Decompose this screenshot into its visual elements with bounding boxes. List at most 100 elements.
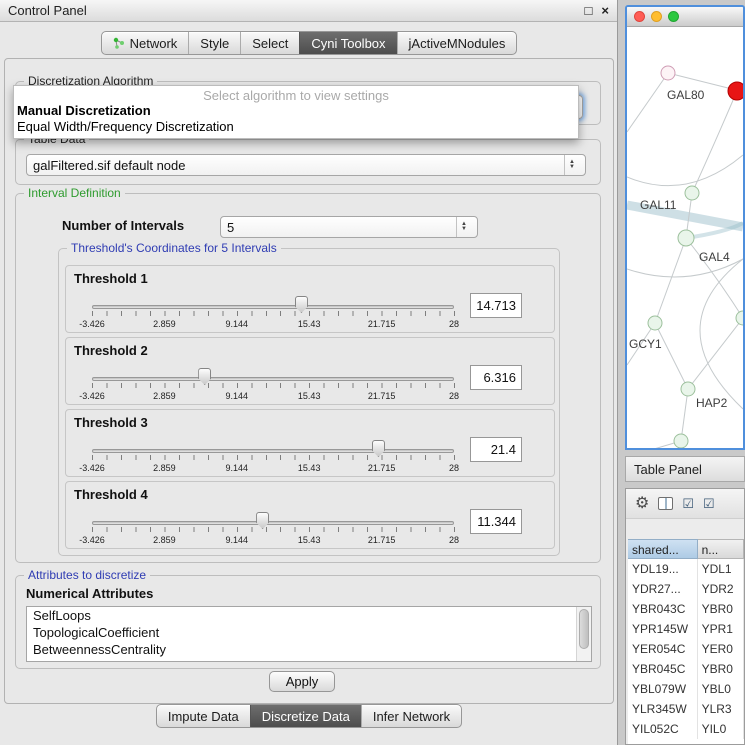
control-panel-window: Control Panel □ × Network Style Se (0, 0, 618, 745)
tick-label: 28 (449, 535, 459, 545)
table-row[interactable]: YDR27...YDR2 (628, 579, 744, 599)
select-all-checkbox-icon[interactable]: ☑ (682, 497, 694, 510)
threshold-box: Threshold 2-3.4262.8599.14415.4321.71528… (65, 337, 555, 405)
tab-label: Cyni Toolbox (311, 36, 385, 51)
tick-label: 15.43 (298, 391, 321, 401)
scrollbar-thumb[interactable] (579, 609, 589, 649)
network-node[interactable] (736, 311, 743, 325)
attributes-group: Attributes to discretize Numerical Attri… (15, 575, 601, 669)
list-item[interactable]: SelfLoops (27, 607, 591, 624)
table-data-group: Table Data galFiltered.sif default node … (15, 139, 601, 185)
stepper-icon[interactable]: ▲▼ (456, 217, 471, 237)
slider-tick-labels: -3.4262.8599.14415.4321.71528 (92, 535, 454, 547)
threshold-value-field[interactable]: 6.316 (470, 365, 522, 390)
network-node[interactable] (648, 316, 662, 330)
threshold-slider[interactable] (92, 512, 454, 534)
tab-style[interactable]: Style (188, 32, 240, 54)
node-label: GAL80 (667, 88, 705, 102)
network-node[interactable] (681, 382, 695, 396)
tick-label: 21.715 (368, 463, 396, 473)
tab-label: Select (252, 36, 288, 51)
tick-label: 9.144 (226, 535, 249, 545)
gear-icon[interactable]: ⚙ (635, 496, 649, 512)
tab-select[interactable]: Select (240, 32, 299, 54)
table-cell: YPR145W (628, 619, 698, 639)
node-label: GCY1 (629, 337, 662, 351)
table-panel-titlebar: Table Panel (625, 456, 745, 482)
dropdown-option-equal-width[interactable]: Equal Width/Frequency Discretization (14, 119, 578, 135)
table-row[interactable]: YIL052CYIL0 (628, 719, 744, 739)
select-none-checkbox-icon[interactable]: ☑ (703, 497, 715, 510)
threshold-slider[interactable] (92, 368, 454, 390)
stepper-icon[interactable]: ▲▼ (564, 155, 579, 175)
tick-label: 28 (449, 391, 459, 401)
tab-impute-data[interactable]: Impute Data (157, 705, 250, 727)
list-scrollbar[interactable] (576, 607, 591, 661)
list-item[interactable]: TopologicalCoefficient (27, 624, 591, 641)
threshold-value-field[interactable]: 21.4 (470, 437, 522, 462)
network-node[interactable] (685, 186, 699, 200)
threshold-slider[interactable] (92, 296, 454, 318)
column-header[interactable]: n... (698, 539, 744, 559)
tab-jactivemnodules[interactable]: jActiveMNodules (397, 32, 517, 54)
tick-label: 9.144 (226, 391, 249, 401)
table-row[interactable]: YBR045CYBR0 (628, 659, 744, 679)
slider-track (92, 449, 454, 453)
table-header-row: shared...n... (628, 539, 744, 559)
network-node[interactable] (678, 230, 694, 246)
list-item[interactable]: BetweennessCentrality (27, 641, 591, 658)
table-row[interactable]: YBL079WYBL0 (628, 679, 744, 699)
tab-label: Infer Network (373, 709, 450, 724)
minimize-traffic-light-icon[interactable] (651, 11, 662, 22)
table-row[interactable]: YLR345WYLR3 (628, 699, 744, 719)
threshold-value-field[interactable]: 14.713 (470, 293, 522, 318)
node-label: GAL4 (699, 250, 730, 264)
table-cell: YDR27... (628, 579, 698, 599)
network-node[interactable] (661, 66, 675, 80)
tick-label: -3.426 (79, 319, 105, 329)
apply-button[interactable]: Apply (269, 671, 335, 692)
table-row[interactable]: YER054CYER0 (628, 639, 744, 659)
float-window-icon[interactable]: □ (585, 4, 593, 18)
slider-tick-labels: -3.4262.8599.14415.4321.71528 (92, 319, 454, 331)
column-header[interactable]: shared... (628, 539, 698, 559)
network-edge (655, 238, 686, 323)
network-edge (681, 389, 688, 441)
window-title: Control Panel (8, 3, 87, 18)
tick-label: -3.426 (79, 535, 105, 545)
network-node[interactable] (728, 82, 743, 100)
tab-label: Discretize Data (262, 709, 350, 724)
tick-label: 9.144 (226, 319, 249, 329)
table-cell: YDL19... (628, 559, 698, 579)
table-row[interactable]: YDL19...YDL1 (628, 559, 744, 579)
tab-discretize-data[interactable]: Discretize Data (250, 705, 361, 727)
zoom-traffic-light-icon[interactable] (668, 11, 679, 22)
tick-label: 15.43 (298, 319, 321, 329)
threshold-box: Threshold 1-3.4262.8599.14415.4321.71528… (65, 265, 555, 333)
tab-infer-network[interactable]: Infer Network (361, 705, 461, 727)
threshold-slider[interactable] (92, 440, 454, 462)
network-node[interactable] (674, 434, 688, 448)
columns-icon[interactable] (658, 497, 673, 510)
thresholds-group-title: Threshold's Coordinates for 5 Intervals (67, 241, 281, 255)
network-canvas[interactable]: GAL80GAL11GAL4GCY1HAP2 (627, 27, 743, 448)
close-icon[interactable]: × (601, 4, 609, 18)
network-edge (668, 73, 728, 88)
threshold-box: Threshold 4-3.4262.8599.14415.4321.71528… (65, 481, 555, 549)
attributes-list[interactable]: SelfLoopsTopologicalCoefficientBetweenne… (26, 606, 592, 662)
threshold-value-field[interactable]: 11.344 (470, 509, 522, 534)
threshold-label: Threshold 3 (74, 415, 148, 430)
table-row[interactable]: YPR145WYPR1 (628, 619, 744, 639)
table-cell: YPR1 (698, 619, 744, 639)
dropdown-placeholder: Select algorithm to view settings (14, 86, 578, 103)
num-intervals-combo[interactable]: 5 ▲▼ (220, 216, 478, 238)
tab-network[interactable]: Network (102, 32, 189, 54)
dropdown-option-manual[interactable]: Manual Discretization (14, 103, 578, 119)
table-panel-window: ⚙ ☑ ☑ shared...n...YDL19...YDL1YDR27...Y… (625, 488, 745, 745)
table-data-combo[interactable]: galFiltered.sif default node ▲▼ (26, 154, 586, 176)
table-row[interactable]: YBR043CYBR0 (628, 599, 744, 619)
tab-cyni-toolbox[interactable]: Cyni Toolbox (299, 32, 396, 54)
tab-label: Style (200, 36, 229, 51)
close-traffic-light-icon[interactable] (634, 11, 645, 22)
network-edge (627, 441, 681, 448)
